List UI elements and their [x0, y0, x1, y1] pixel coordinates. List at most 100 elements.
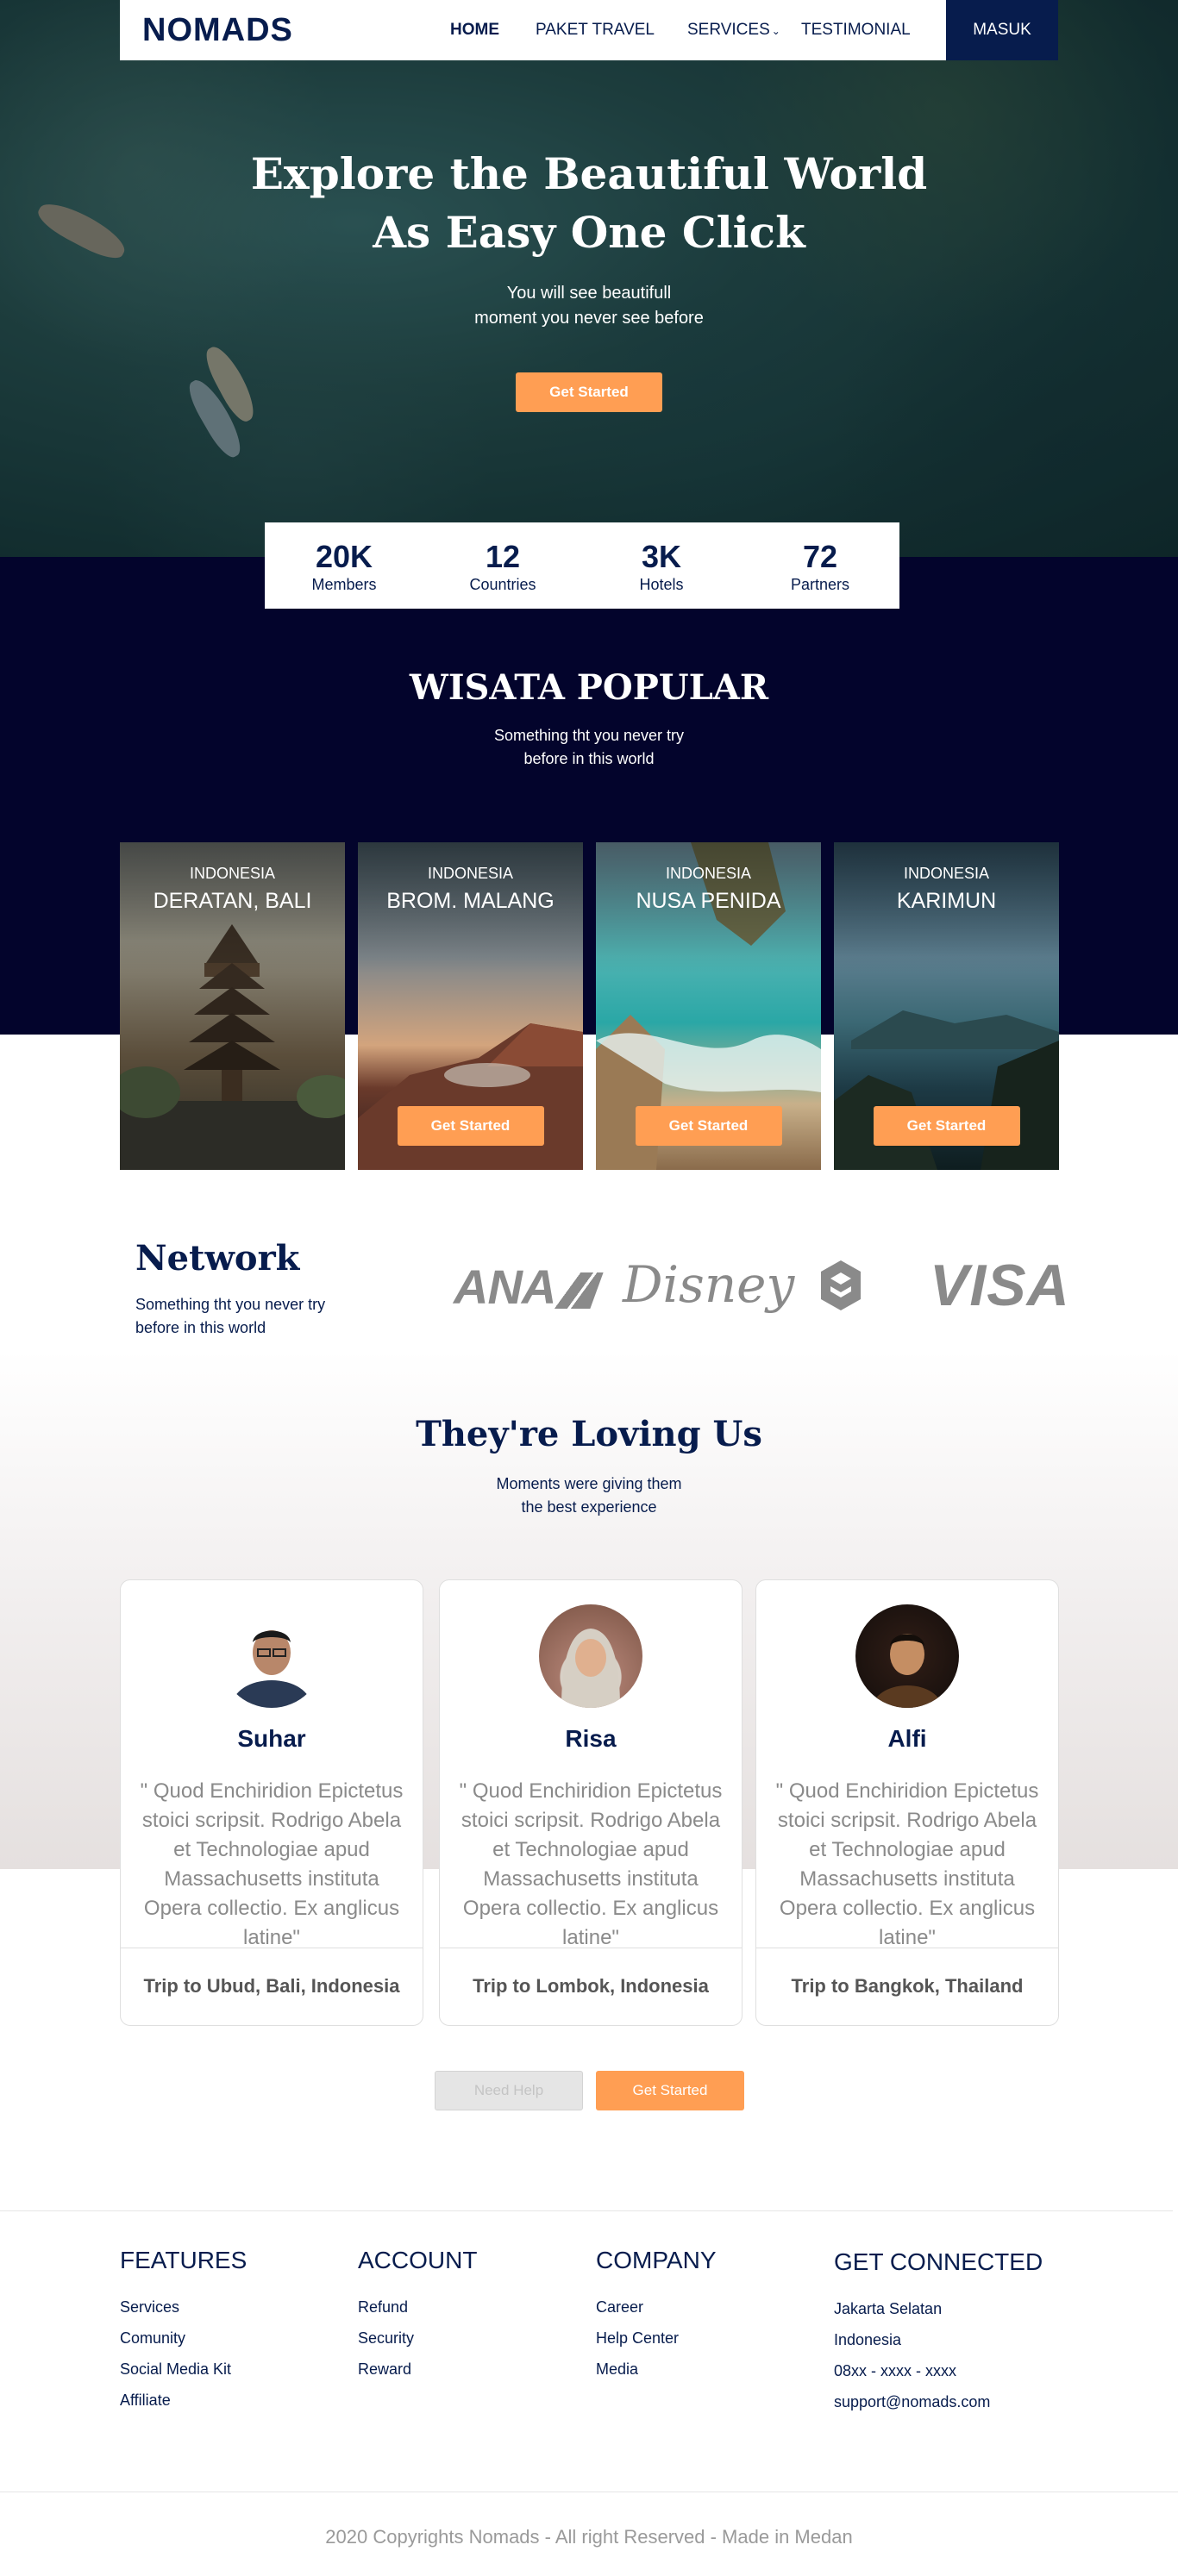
stat-label: Members [311, 575, 377, 593]
testimonial-name: Alfi [887, 1725, 927, 1752]
card-get-started-button[interactable]: Get Started [397, 1106, 544, 1146]
hero-title: Explore the Beautiful World As Easy One … [0, 145, 1178, 262]
footer-col-account: ACCOUNT Refund Security Reward [358, 2247, 477, 2385]
destination-card[interactable]: INDONESIA NUSA PENIDA Get Started [596, 842, 821, 1170]
footer-link[interactable]: Comunity [120, 2323, 247, 2354]
stat-countries: 12 Countries [434, 538, 572, 594]
need-help-button[interactable]: Need Help [435, 2071, 583, 2110]
chevron-down-icon: ⌄ [771, 25, 780, 37]
hero-title-line: Explore the Beautiful World [250, 148, 928, 199]
logo[interactable]: NOMADS [142, 12, 293, 49]
testimonial-quote: " Quod Enchiridion Epictetus stoici scri… [775, 1779, 1039, 1949]
hero-section [0, 0, 1178, 557]
card-country: INDONESIA [665, 865, 752, 882]
nav-link-home[interactable]: HOME [450, 21, 499, 40]
footer-heading: FEATURES [120, 2247, 248, 2273]
get-started-button[interactable]: Get Started [596, 2071, 744, 2110]
disney-logo: Disney [623, 1255, 795, 1314]
stat-label: Countries [469, 575, 536, 593]
popular-subtitle-line: Something tht you never try [493, 727, 685, 744]
hero-get-started-button[interactable]: Get Started [516, 372, 662, 412]
hero-subtitle-line: moment you never see before [474, 309, 704, 328]
card-get-started-button[interactable]: Get Started [635, 1106, 782, 1146]
ana-stripes-icon [552, 1272, 604, 1310]
testimonial-trip: Trip to Lombok, Indonesia [473, 1975, 709, 1997]
ana-logo: ANA [454, 1259, 604, 1315]
destination-card[interactable]: INDONESIA DERATAN, BALI [120, 842, 345, 1170]
footer-link[interactable]: Reward [358, 2354, 477, 2385]
login-button[interactable]: MASUK [946, 0, 1058, 60]
testimonial-card: Suhar " Quod Enchiridion Epictetus stoic… [120, 1579, 423, 2026]
stat-members: 20K Members [275, 538, 413, 594]
footer-link[interactable]: Media [596, 2354, 717, 2385]
visa-logo: VISA [930, 1253, 1070, 1318]
hero-subtitle-line: You will see beautifull [506, 284, 672, 303]
testimonial-name: Risa [565, 1725, 617, 1752]
testimonial-trip: Trip to Bangkok, Thailand [791, 1975, 1024, 1997]
footer-col-features: FEATURES Services Comunity Social Media … [120, 2247, 247, 2416]
testimonial-subtitle-line: the best experience [521, 1498, 657, 1516]
avatar [539, 1604, 642, 1708]
testimonial-card: Alfi " Quod Enchiridion Epictetus stoici… [755, 1579, 1059, 2026]
card-city: NUSA PENIDA [636, 889, 781, 913]
shield-logo-icon [821, 1260, 861, 1315]
testimonial-trip: Trip to Ubud, Bali, Indonesia [143, 1975, 400, 1997]
footer-col-connect: GET CONNECTED Jakarta Selatan Indonesia … [834, 2248, 1043, 2417]
testimonial-quote: " Quod Enchiridion Epictetus stoici scri… [459, 1779, 723, 1949]
stat-value: 12 [485, 538, 521, 574]
card-city: DERATAN, BALI [153, 889, 312, 913]
stat-label: Partners [790, 575, 850, 593]
nav-link-testimonial[interactable]: TESTIMONIAL [801, 21, 911, 40]
footer-address: Indonesia [834, 2331, 902, 2348]
destination-card[interactable]: INDONESIA BROM. MALANG Get Started [358, 842, 583, 1170]
footer-link[interactable]: Social Media Kit [120, 2354, 247, 2385]
stat-hotels: 3K Hotels [592, 538, 730, 594]
footer-link[interactable]: Refund [358, 2292, 477, 2323]
footer-link[interactable]: Affiliate [120, 2385, 247, 2416]
card-get-started-button[interactable]: Get Started [873, 1106, 1020, 1146]
footer-link[interactable]: Career [596, 2292, 717, 2323]
card-city: KARIMUN [896, 889, 997, 913]
hero-overlay [0, 0, 1178, 557]
footer-link[interactable]: Help Center [596, 2323, 717, 2354]
footer-col-company: COMPANY Career Help Center Media [596, 2247, 717, 2385]
network-subtitle-line: Something tht you never try [135, 1296, 326, 1313]
avatar [220, 1604, 323, 1708]
network-title: Network [135, 1238, 300, 1279]
copyright-text: 2020 Copyrights Nomads - All right Reser… [325, 2526, 853, 2548]
footer-address: Jakarta Selatan [834, 2300, 943, 2317]
nav-link-paket-travel[interactable]: PAKET TRAVEL [536, 21, 655, 40]
avatar [855, 1604, 959, 1708]
footer-link[interactable]: Security [358, 2323, 477, 2354]
destination-card[interactable]: INDONESIA KARIMUN Get Started [834, 842, 1059, 1170]
ana-logo-text: ANA [454, 1260, 556, 1314]
nav-link-services[interactable]: SERVICES ⌄ [687, 21, 780, 40]
network-subtitle: Something tht you never try before in th… [135, 1293, 325, 1340]
footer-divider [0, 2210, 1173, 2211]
card-country: INDONESIA [189, 865, 276, 882]
footer-heading: ACCOUNT [358, 2247, 478, 2273]
network-subtitle-line: before in this world [135, 1319, 266, 1336]
testimonial-title: They're Loving Us [416, 1414, 762, 1454]
popular-subtitle: Something tht you never try before in th… [0, 724, 1178, 771]
card-city: BROM. MALANG [386, 889, 555, 913]
hero-subtitle: You will see beautifull moment you never… [0, 281, 1178, 331]
testimonial-subtitle-line: Moments were giving them [496, 1475, 682, 1492]
popular-title: WISATA POPULAR [409, 667, 769, 708]
testimonial-name: Suhar [237, 1725, 306, 1752]
navbar: NOMADS HOME PAKET TRAVEL SERVICES ⌄ TESTI… [120, 0, 1058, 60]
stat-value: 72 [802, 538, 838, 574]
stat-value: 20K [315, 538, 373, 574]
testimonial-quote: " Quod Enchiridion Epictetus stoici scri… [140, 1779, 404, 1949]
testimonial-card: Risa " Quod Enchiridion Epictetus stoici… [439, 1579, 743, 2026]
popular-subtitle-line: before in this world [523, 750, 655, 767]
stat-partners: 72 Partners [751, 538, 889, 594]
card-country: INDONESIA [427, 865, 514, 882]
footer-heading: GET CONNECTED [834, 2248, 1043, 2275]
stat-value: 3K [641, 538, 682, 574]
footer-email[interactable]: support@nomads.com [834, 2386, 1043, 2417]
nav-link-services-label: SERVICES [687, 21, 770, 39]
footer-link[interactable]: Services [120, 2292, 247, 2323]
card-country: INDONESIA [903, 865, 990, 882]
footer-heading: COMPANY [596, 2247, 717, 2273]
